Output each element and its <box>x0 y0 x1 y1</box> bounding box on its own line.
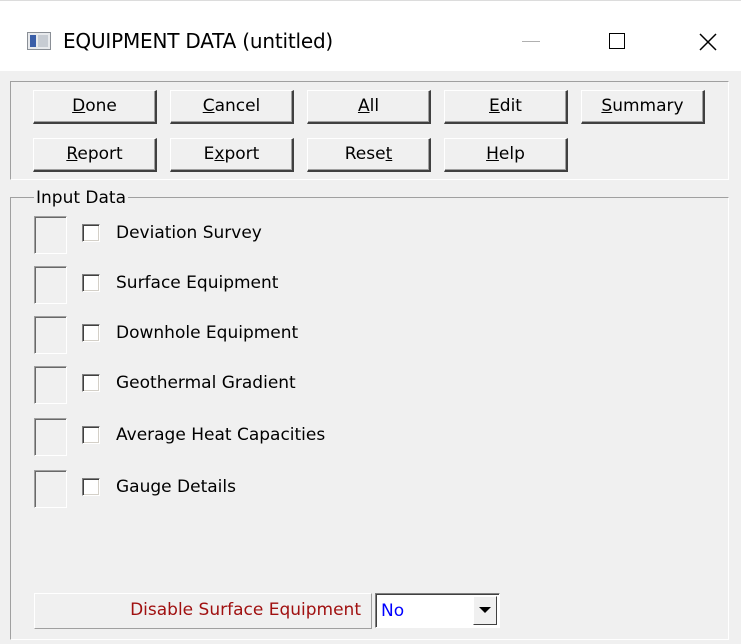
gauge-details-label: Gauge Details <box>116 477 236 497</box>
input-data-label: Input Data <box>34 188 129 208</box>
app-icon <box>27 32 51 50</box>
disable-surface-equipment-label: Disable Surface Equipment <box>130 600 361 620</box>
surface-equipment-label: Surface Equipment <box>116 273 279 293</box>
average-heat-capacities-checkbox[interactable] <box>82 426 100 444</box>
surface-equipment-checkbox[interactable] <box>82 274 100 292</box>
average-heat-capacities-label: Average Heat Capacities <box>116 425 326 445</box>
disable-surface-equipment-label-box: Disable Surface Equipment <box>34 593 372 629</box>
geothermal-gradient-checkbox[interactable] <box>82 374 100 392</box>
maximize-button[interactable] <box>589 19 649 63</box>
title-bar: EQUIPMENT DATA (untitled) <box>0 0 741 71</box>
deviation-survey-checkbox[interactable] <box>82 224 100 242</box>
gauge-details-status[interactable] <box>34 470 67 508</box>
dropdown-arrow-icon[interactable] <box>473 596 497 625</box>
close-icon <box>699 33 717 51</box>
summary-button[interactable]: Summary <box>581 90 705 124</box>
done-button[interactable]: Done <box>33 90 157 124</box>
input-data-group <box>10 197 729 640</box>
gauge-details-checkbox[interactable] <box>82 478 100 496</box>
deviation-survey-label: Deviation Survey <box>116 223 262 243</box>
equipment-data-window: EQUIPMENT DATA (untitled) Done Cancel Al… <box>0 0 741 644</box>
all-button[interactable]: All <box>307 90 431 124</box>
window-title: EQUIPMENT DATA (untitled) <box>63 29 334 53</box>
downhole-equipment-checkbox[interactable] <box>82 324 100 342</box>
minimize-button[interactable] <box>500 19 560 63</box>
downhole-equipment-label: Downhole Equipment <box>116 323 299 343</box>
average-heat-capacities-status[interactable] <box>34 418 67 456</box>
disable-surface-equipment-value: No <box>381 601 405 621</box>
cancel-button[interactable]: Cancel <box>170 90 294 124</box>
close-button[interactable] <box>678 19 738 63</box>
help-button[interactable]: Help <box>444 138 568 172</box>
deviation-survey-status[interactable] <box>34 216 67 254</box>
surface-equipment-status[interactable] <box>34 266 67 304</box>
geothermal-gradient-label: Geothermal Gradient <box>116 373 296 393</box>
disable-surface-equipment-select[interactable]: No <box>375 593 500 628</box>
edit-button[interactable]: Edit <box>444 90 568 124</box>
report-button[interactable]: Report <box>33 138 157 172</box>
geothermal-gradient-status[interactable] <box>34 366 67 404</box>
export-button[interactable]: Export <box>170 138 294 172</box>
downhole-equipment-status[interactable] <box>34 316 67 354</box>
reset-button[interactable]: Reset <box>307 138 431 172</box>
